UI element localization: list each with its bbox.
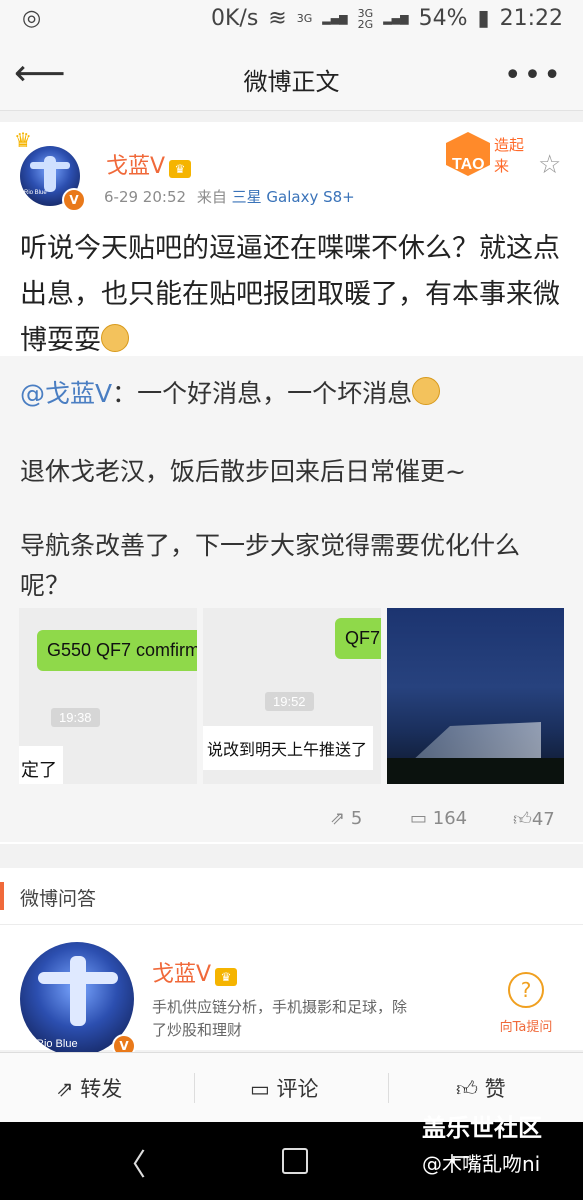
- status-right: 0K/s ≋ 3G ▂▄▆ 3G 2G ▂▄▆ 54% ▮ 21:22: [211, 6, 563, 31]
- chat-bubble-green-2: QF7: [335, 618, 381, 659]
- doge-emoji-icon-2: [412, 377, 441, 405]
- toolbar-repost-label: 转发: [80, 1077, 123, 1101]
- favorite-star-icon[interactable]: ☆: [538, 150, 561, 180]
- post-date: 6-29 20:52: [104, 188, 187, 206]
- signal-icon: ▂▄▆: [322, 12, 348, 25]
- network-speed: 0K/s: [210, 6, 259, 31]
- ask-question-button[interactable]: ? 向Ta提问: [494, 972, 558, 1035]
- repost-icon: ⇗: [330, 808, 346, 829]
- badge-text: 造起来: [494, 136, 525, 175]
- weibo-status-icon: ◎: [22, 6, 42, 31]
- network-3g-label: 3G: [296, 12, 313, 25]
- qa-card: 微博问答 Rio Blue V 戈蓝V ♛ 手机供应链分析，手机摄影和足球，除 了…: [0, 868, 583, 1058]
- section-accent-bar: [0, 882, 4, 910]
- clock: 21:22: [499, 6, 563, 31]
- building-shape: [411, 722, 541, 762]
- repost-line2: 退休戈老汉，饭后散步回来后日常催更~: [20, 457, 466, 486]
- repost-action[interactable]: ⇗ 5: [330, 808, 362, 829]
- comment-action[interactable]: ▭ 164: [410, 808, 467, 829]
- page-title: 微博正文: [243, 68, 340, 96]
- author-name[interactable]: 戈蓝V: [106, 154, 165, 179]
- avatar-caption-2: Rio Blue: [36, 1038, 78, 1050]
- share-icon: ⇗: [56, 1077, 74, 1101]
- watermark-title: 盖乐世社区: [422, 1114, 542, 1142]
- wifi-icon: ≋: [268, 6, 287, 31]
- status-bar: ◎ 0K/s ≋ 3G ▂▄▆ 3G 2G ▂▄▆ 54% ▮ 21:22: [0, 0, 583, 40]
- qa-desc-line2: 了炒股和理财: [152, 1021, 243, 1039]
- nav-home-icon[interactable]: [282, 1148, 308, 1174]
- statue-arms-2: [38, 972, 118, 984]
- image-thumb-3[interactable]: [387, 608, 564, 784]
- avatar-caption: Rio Blue: [24, 190, 47, 196]
- repost-count: 5: [350, 808, 363, 829]
- toolbar-comment-label: 评论: [276, 1077, 319, 1101]
- signal-icon-2: ▂▄▆: [383, 12, 409, 25]
- from-label: 来自: [196, 188, 227, 206]
- comment-icon-2: ▭: [250, 1077, 270, 1101]
- divider: [194, 1073, 195, 1103]
- ask-label: 向Ta提问: [499, 1020, 553, 1035]
- toolbar-like-label: 赞: [484, 1077, 506, 1101]
- qa-section-title: 微博问答: [20, 888, 97, 910]
- image-thumb-1[interactable]: G550 QF7 comfirm 19:38 定了: [19, 608, 197, 784]
- post-text: 听说今天贴吧的逗逼还在喋喋不休么？就这点出息，也只能在贴吧报团取暖了，有本事来微…: [20, 226, 565, 364]
- system-nav-bar: 〈 ⌐ 盖乐世社区 @木嘴乱吻ni: [0, 1114, 583, 1200]
- chat-bubble-white-2: 说改到明天上午推送了: [203, 726, 374, 770]
- like-count: 47: [531, 809, 555, 830]
- image-thumb-2[interactable]: QF7 19:52 说改到明天上午推送了: [203, 608, 381, 784]
- comment-count: 164: [432, 808, 468, 829]
- repost-line3: 导航条改善了，下一步大家觉得需要优化什么呢？: [20, 531, 521, 600]
- chat-timestamp: 19:38: [51, 708, 100, 727]
- network-2g-label: 3G 2G: [357, 6, 374, 31]
- promo-badge[interactable]: TAO 造起来: [446, 130, 536, 182]
- qa-author-name[interactable]: 戈蓝V: [152, 962, 211, 987]
- vip-crown-icon-2: ♛: [215, 967, 238, 986]
- divider: [0, 924, 583, 925]
- question-mark-icon: ?: [508, 972, 544, 1008]
- chat-bubble-green: G550 QF7 comfirm: [37, 630, 197, 671]
- like-action[interactable]: 👍︎47: [513, 808, 555, 830]
- badge-tao: TAO: [452, 156, 485, 173]
- chat-timestamp-2: 19:52: [265, 692, 314, 711]
- statue-arms: [30, 162, 70, 169]
- toolbar-like-button[interactable]: 👍︎ 赞: [456, 1073, 506, 1103]
- author-row: 戈蓝V ♛: [106, 148, 192, 180]
- verified-badge-icon: V: [62, 188, 86, 212]
- divider: [388, 1073, 389, 1103]
- repost-line1-text: ：一个好消息，一个坏消息: [112, 379, 413, 408]
- comment-icon: ▭: [410, 808, 428, 829]
- toolbar-repost-button[interactable]: ⇗ 转发: [56, 1073, 122, 1103]
- vip-crown-icon: ♛: [169, 159, 192, 178]
- toolbar-comment-button[interactable]: ▭ 评论: [250, 1073, 319, 1103]
- post-meta: 6-29 20:52 来自 三星 Galaxy S8+: [104, 186, 355, 207]
- qa-author-row: 戈蓝V ♛: [152, 956, 238, 988]
- post-source[interactable]: 三星 Galaxy S8+: [232, 188, 355, 206]
- statue-shape-2: [70, 956, 86, 1026]
- ground-shape: [387, 758, 564, 784]
- back-arrow-icon[interactable]: ⟵: [14, 54, 66, 94]
- mention-link[interactable]: @戈蓝V: [20, 379, 112, 408]
- repost-line1: @戈蓝V：一个好消息，一个坏消息: [20, 374, 565, 410]
- doge-emoji-icon: [101, 324, 129, 352]
- nav-back-icon[interactable]: 〈: [116, 1140, 146, 1184]
- watermark-user: @木嘴乱吻ni: [422, 1152, 541, 1176]
- qa-description: 手机供应链分析，手机摄影和足球，除 了炒股和理财: [152, 996, 482, 1042]
- more-options-icon[interactable]: •••: [504, 58, 563, 93]
- crown-icon: ♛: [14, 128, 32, 152]
- battery-icon: ▮: [477, 6, 490, 31]
- thumbs-up-icon-2: 👍︎: [456, 1077, 478, 1101]
- qa-desc-line1: 手机供应链分析，手机摄影和足球，除: [152, 998, 408, 1016]
- chat-bubble-white: 定了: [19, 746, 63, 784]
- battery-percent: 54%: [418, 6, 468, 31]
- thumbs-up-icon: 👍︎: [513, 809, 532, 830]
- nav-bar: 微博正文 ⟵ •••: [0, 40, 583, 111]
